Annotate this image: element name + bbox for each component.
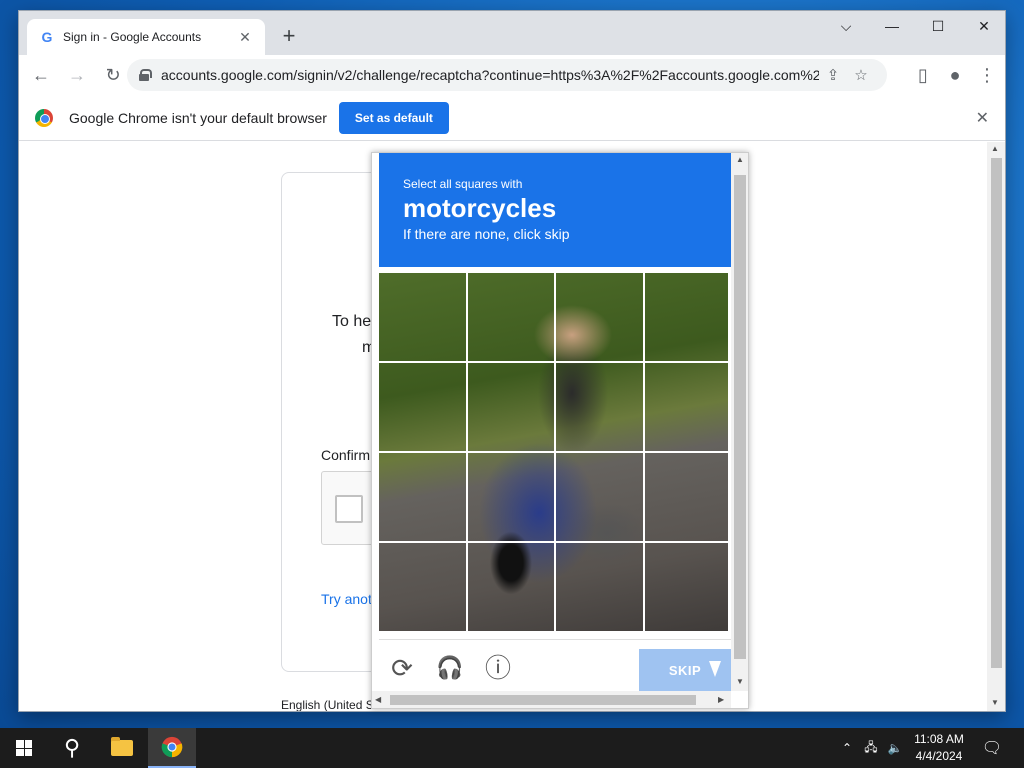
scroll-down-icon[interactable]: ▼ xyxy=(991,698,999,707)
tab-strip: G Sign in - Google Accounts ✕ + ⌵ — ☐ ✕ xyxy=(19,11,1005,55)
confirm-label: Confirm xyxy=(321,447,371,463)
grid-tile[interactable] xyxy=(644,543,732,631)
new-tab-button[interactable]: + xyxy=(277,25,301,49)
page-scrollbar-thumb[interactable] xyxy=(991,158,1002,668)
challenge-target: motorcycles xyxy=(403,193,557,223)
challenge-instruction: Select all squares with xyxy=(403,177,523,191)
grid-tile[interactable] xyxy=(644,273,732,361)
chrome-icon xyxy=(161,736,183,758)
file-explorer-button[interactable] xyxy=(98,728,146,768)
url-text[interactable]: accounts.google.com/signin/v2/challenge/… xyxy=(161,67,819,83)
grid-tile[interactable] xyxy=(467,363,554,451)
notifications-icon[interactable]: 🗨 xyxy=(968,728,1016,768)
recaptcha-checkbox[interactable] xyxy=(335,495,363,523)
network-icon[interactable]: 🖧 xyxy=(860,738,882,759)
address-bar[interactable]: accounts.google.com/signin/v2/challenge/… xyxy=(127,59,887,91)
challenge-subinstruction: If there are none, click skip xyxy=(403,226,570,242)
infobar-message: Google Chrome isn't your default browser xyxy=(69,109,327,126)
grid-tile[interactable] xyxy=(556,543,643,631)
challenge-vscroll-thumb[interactable] xyxy=(734,175,746,659)
lock-icon[interactable] xyxy=(139,69,152,81)
folder-icon xyxy=(111,737,133,756)
challenge-horizontal-scrollbar[interactable]: ◀ ▶ xyxy=(372,691,731,708)
challenge-image-grid xyxy=(379,273,731,631)
tab-sign-in[interactable]: G Sign in - Google Accounts ✕ xyxy=(27,19,265,55)
clock-date: 4/4/2024 xyxy=(915,749,963,763)
grid-tile[interactable] xyxy=(644,453,732,541)
challenge-hscroll-thumb[interactable] xyxy=(390,695,696,705)
grid-tile[interactable] xyxy=(379,453,466,541)
set-as-default-button[interactable]: Set as default xyxy=(338,101,449,134)
mouse-cursor-icon xyxy=(709,661,721,677)
tab-title: Sign in - Google Accounts xyxy=(63,30,202,44)
chrome-taskbar-button[interactable] xyxy=(148,728,196,768)
close-window-button[interactable]: ✕ xyxy=(961,11,1005,41)
try-another-way-link[interactable]: Try anot xyxy=(321,591,372,607)
minimize-button[interactable]: — xyxy=(869,11,915,41)
tab-close-icon[interactable]: ✕ xyxy=(237,29,253,46)
back-button[interactable]: ← xyxy=(25,59,57,91)
grid-tile[interactable] xyxy=(644,363,732,451)
help-text: To hel xyxy=(332,313,375,330)
grid-tile[interactable] xyxy=(467,453,554,541)
scroll-up-icon[interactable]: ▲ xyxy=(991,144,999,153)
scroll-down-icon[interactable]: ▼ xyxy=(736,677,744,686)
side-panel-icon[interactable]: ▯ xyxy=(907,59,939,91)
challenge-header: Select all squares with motorcycles If t… xyxy=(379,153,731,267)
share-icon[interactable]: ⇪ xyxy=(819,66,847,84)
start-button[interactable] xyxy=(0,728,48,768)
menu-icon[interactable]: ⋮ xyxy=(971,59,1003,91)
chrome-logo-icon xyxy=(35,108,53,127)
taskbar: ⚲ ⌃ 🖧 🔈 11:08 AM 4/4/2024 🗨 xyxy=(0,728,1024,768)
grid-tile[interactable] xyxy=(556,363,643,451)
info-icon[interactable]: ⓘ xyxy=(483,653,513,683)
grid-tile[interactable] xyxy=(556,273,643,361)
grid-tile[interactable] xyxy=(467,543,554,631)
challenge-vertical-scrollbar[interactable]: ▲ ▼ xyxy=(731,153,748,691)
reload-button[interactable]: ↻ xyxy=(97,59,129,91)
google-favicon-icon: G xyxy=(41,29,53,45)
browser-toolbar: ← → ↻ accounts.google.com/signin/v2/chal… xyxy=(19,55,1005,95)
windows-logo-icon xyxy=(16,740,32,756)
grid-tile[interactable] xyxy=(556,453,643,541)
maximize-button[interactable]: ☐ xyxy=(915,11,961,41)
bookmark-star-icon[interactable]: ☆ xyxy=(847,66,875,84)
grid-tile[interactable] xyxy=(379,363,466,451)
show-hidden-icons-icon[interactable]: ⌃ xyxy=(838,741,856,755)
default-browser-infobar: Google Chrome isn't your default browser… xyxy=(19,95,1005,141)
scroll-right-icon[interactable]: ▶ xyxy=(718,695,724,704)
grid-tile[interactable] xyxy=(379,273,466,361)
profile-avatar-icon[interactable]: ● xyxy=(939,59,971,91)
tab-search-icon[interactable]: ⌵ xyxy=(823,11,869,41)
scroll-up-icon[interactable]: ▲ xyxy=(736,155,744,164)
scroll-left-icon[interactable]: ◀ xyxy=(375,695,381,704)
reload-challenge-icon[interactable]: ⟳ xyxy=(387,653,417,683)
grid-tile[interactable] xyxy=(467,273,554,361)
clock[interactable]: 11:08 AM 4/4/2024 xyxy=(900,731,978,765)
audio-challenge-icon[interactable]: 🎧 xyxy=(435,653,465,683)
infobar-close-icon[interactable]: ✕ xyxy=(976,108,989,128)
forward-button[interactable]: → xyxy=(61,59,93,91)
system-tray: ⌃ 🖧 🔈 xyxy=(838,728,906,768)
challenge-footer-divider xyxy=(379,639,731,640)
recaptcha-challenge: Select all squares with motorcycles If t… xyxy=(371,152,749,709)
clock-time: 11:08 AM xyxy=(914,732,964,746)
grid-tile[interactable] xyxy=(379,543,466,631)
language-selector[interactable]: English (United S xyxy=(281,698,374,711)
page-scrollbar[interactable]: ▲ ▼ xyxy=(987,142,1005,711)
search-icon[interactable]: ⚲ xyxy=(48,728,96,768)
